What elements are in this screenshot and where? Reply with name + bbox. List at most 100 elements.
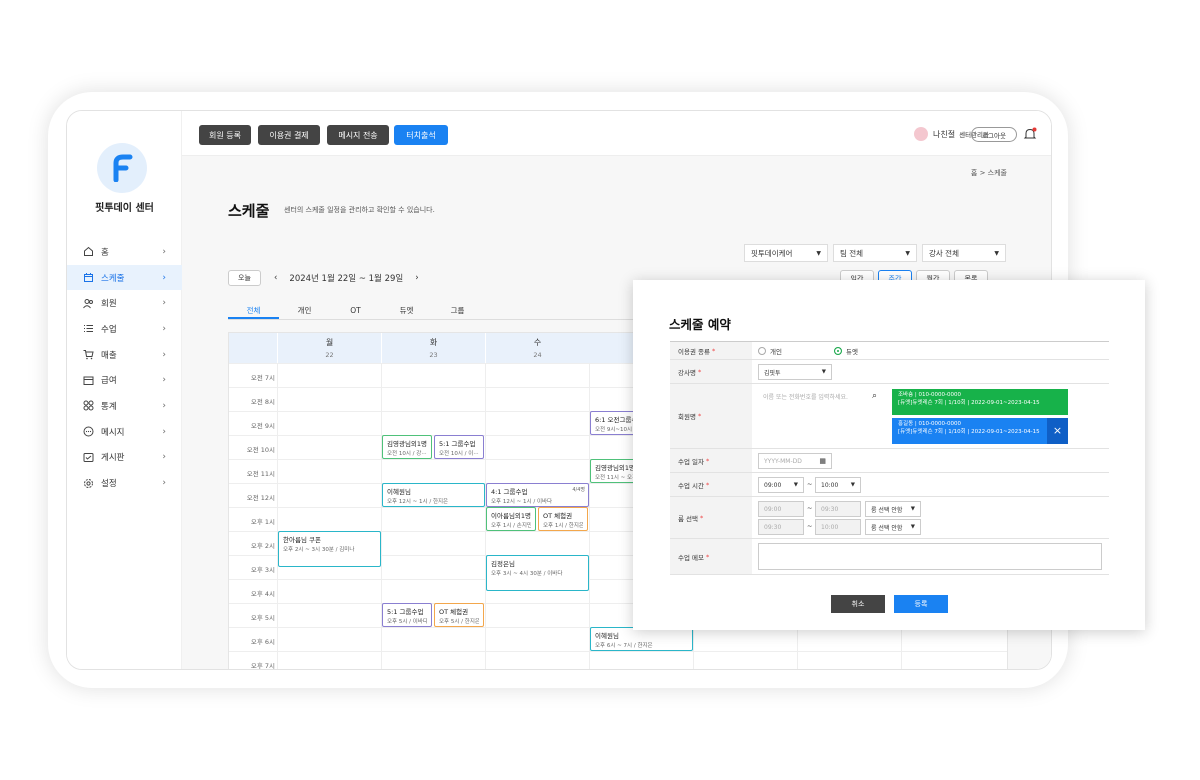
schedule-event[interactable]: 4:1 그룹수업 오후 12시 ~ 1시 / 이바다 4/4명: [486, 483, 589, 507]
room-end-time: 09:30: [815, 501, 861, 517]
schedule-event[interactable]: 5:1 그룹수업 오전 10시 / 이···: [434, 435, 484, 459]
close-icon[interactable]: ×: [1047, 418, 1068, 444]
schedule-event[interactable]: OT 체험권 오후 1시 / 한지은: [538, 507, 588, 531]
schedule-event[interactable]: 이혜원님 오후 12시 ~ 1시 / 한지은: [382, 483, 485, 507]
member-info: 홍길동 | 010-0000-0000: [898, 421, 961, 427]
instructor-select[interactable]: 김핏투 ▼: [758, 364, 832, 380]
radio-duet[interactable]: [833, 346, 842, 355]
time-label: 오전 7시: [250, 374, 275, 382]
search-icon[interactable]: ⌕: [872, 391, 877, 401]
event-count: 4/4명: [572, 487, 585, 493]
today-button[interactable]: 오늘: [228, 270, 261, 286]
memo-textarea[interactable]: [758, 543, 1102, 570]
schedule-event[interactable]: 김영광님외1명 오전 10시 / 강···: [382, 435, 432, 459]
time-label: 오전 12시: [246, 494, 275, 502]
tab-duet[interactable]: 듀엣: [381, 302, 432, 319]
top-bar: 회원 등록 이용권 결제 메시지 전송 터치출석 나친절 센터관리자 로그아웃: [182, 111, 1051, 156]
sidebar-item-members[interactable]: 회원 ›: [67, 290, 182, 316]
event-detail: 오후 1시 / 손지민: [491, 523, 531, 529]
gear-icon: [83, 478, 94, 489]
tab-personal[interactable]: 개인: [279, 302, 330, 319]
event-detail: 오후 5시 / 이바다: [387, 619, 427, 625]
caret-down-icon: ▼: [816, 249, 821, 257]
sidebar-nav: 홈 › 스케줄 › 회원 › 수업 › 매출 › 급여 › 통계 › 메시지 ›…: [67, 239, 182, 496]
time-label: 오전 8시: [250, 398, 275, 406]
selected-member-card[interactable]: 홍길동 | 010-0000-0000 [듀엣]듀엣레슨 7회 | 1/10회 |…: [892, 418, 1068, 444]
selected-member-card[interactable]: 조바숑 | 010-0000-0000 [듀엣]듀엣레슨 7회 | 1/10회 |…: [892, 389, 1068, 415]
schedule-event[interactable]: 이혜원님 오후 6시 ~ 7시 / 한지은: [590, 627, 693, 651]
room-select[interactable]: 룸 선택 안함 ▼: [865, 501, 921, 517]
calendar-icon: [83, 272, 94, 283]
end-time-select[interactable]: 10:00 ▼: [815, 477, 861, 493]
logo-f-icon: [113, 154, 133, 182]
tab-ot[interactable]: OT: [330, 302, 381, 319]
sidebar-item-settings[interactable]: 설정 ›: [67, 470, 182, 496]
sidebar-item-message[interactable]: 메시지 ›: [67, 419, 182, 445]
chevron-right-icon: ›: [162, 400, 166, 411]
event-detail: 오후 3시 ~ 4시 30분 / 이바다: [491, 571, 563, 577]
register-member-button[interactable]: 회원 등록: [199, 125, 251, 145]
schedule-event[interactable]: OT 체험권 오후 5시 / 한지은: [434, 603, 484, 627]
cancel-button[interactable]: 취소: [831, 595, 885, 613]
schedule-event[interactable]: 5:1 그룹수업오후 5시 / 이바다: [382, 603, 432, 627]
instructor-filter-select[interactable]: 강사 전체 ▼: [922, 244, 1006, 262]
room-end-time: 10:00: [815, 519, 861, 535]
sidebar-item-label: 설정: [101, 479, 117, 490]
submit-button[interactable]: 등록: [894, 595, 948, 613]
pay-ticket-button[interactable]: 이용권 결제: [258, 125, 320, 145]
sidebar-item-payroll[interactable]: 급여 ›: [67, 367, 182, 393]
chevron-right-icon[interactable]: ›: [415, 273, 418, 283]
form-row-ticket: 이용권 종류 * 개인 듀엣: [670, 342, 1109, 360]
schedule-booking-modal: 스케줄 예약 이용권 종류 * 개인 듀엣 강사명 * 김핏투 ▼ 회원명 * 이름 또…: [633, 280, 1145, 630]
day-header-mon: 월 22: [277, 333, 381, 363]
sidebar-item-label: 매출: [101, 350, 117, 361]
center-logo[interactable]: [97, 143, 147, 193]
ticket-type-radios: 개인 듀엣: [752, 342, 1109, 359]
field-label: 수업 메모 *: [670, 539, 752, 574]
sidebar-item-stats[interactable]: 통계 ›: [67, 393, 182, 419]
field-label: 수업 일자 *: [670, 449, 752, 472]
event-title: OT 체험권: [439, 608, 469, 616]
start-time-select[interactable]: 09:00 ▼: [758, 477, 804, 493]
center-filter-select[interactable]: 핏투데이케어 ▼: [744, 244, 828, 262]
sidebar-item-sales[interactable]: 매출 ›: [67, 342, 182, 368]
list-icon: [83, 323, 94, 334]
label-text: 수업 일자: [678, 457, 704, 466]
time-separator: ~: [807, 504, 813, 512]
day-date: 24: [533, 351, 542, 359]
calendar-icon[interactable]: ▦: [819, 457, 826, 465]
label-text: 수업 메모: [678, 553, 704, 562]
date-input[interactable]: YYYY-MM-DD ▦: [758, 453, 832, 469]
caret-down-icon: ▼: [910, 506, 915, 512]
sidebar-item-home[interactable]: 홈 ›: [67, 239, 182, 265]
chevron-left-icon[interactable]: ‹: [274, 273, 277, 283]
event-detail: 오후 12시 ~ 1시 / 이바다: [491, 499, 553, 505]
board-icon: [83, 452, 94, 463]
field-label: 이용권 종류 *: [670, 342, 752, 359]
input-value: 09:30: [821, 505, 839, 513]
chevron-right-icon: ›: [162, 452, 166, 463]
room-select[interactable]: 룸 선택 안함 ▼: [865, 519, 921, 535]
tab-all[interactable]: 전체: [228, 302, 279, 319]
event-title: 5:1 그룹수업: [387, 608, 424, 616]
member-search-input[interactable]: 이름 또는 전화번호를 입력하세요. ⌕: [758, 388, 882, 404]
logout-button[interactable]: 로그아웃: [971, 127, 1017, 142]
caret-down-icon: ▼: [850, 482, 855, 488]
sidebar-item-schedule[interactable]: 스케줄 ›: [67, 264, 182, 291]
team-filter-select[interactable]: 팀 전체 ▼: [833, 244, 917, 262]
send-message-button[interactable]: 메시지 전송: [327, 125, 389, 145]
schedule-event[interactable]: 이아름님외1명 오후 1시 / 손지민: [486, 507, 536, 531]
tab-group[interactable]: 그룹: [432, 302, 483, 319]
schedule-event[interactable]: 한아름님 쿠폰 오후 2시 ~ 3시 30분 / 김미나: [278, 531, 381, 567]
date-field: YYYY-MM-DD ▦: [752, 449, 1109, 472]
label-text: 이용권 종류: [678, 347, 710, 356]
bell-icon[interactable]: [1023, 126, 1037, 140]
input-placeholder: 이름 또는 전화번호를 입력하세요.: [763, 393, 848, 401]
form-row-date: 수업 일자 * YYYY-MM-DD ▦: [670, 449, 1109, 473]
touch-checkin-button[interactable]: 터치출석: [394, 125, 448, 145]
radio-personal[interactable]: [758, 346, 766, 355]
schedule-event[interactable]: 김정은님 오후 3시 ~ 4시 30분 / 이바다: [486, 555, 589, 591]
sidebar-item-classes[interactable]: 수업 ›: [67, 316, 182, 342]
sidebar-item-board[interactable]: 게시판 ›: [67, 445, 182, 471]
members-icon: [83, 298, 94, 309]
